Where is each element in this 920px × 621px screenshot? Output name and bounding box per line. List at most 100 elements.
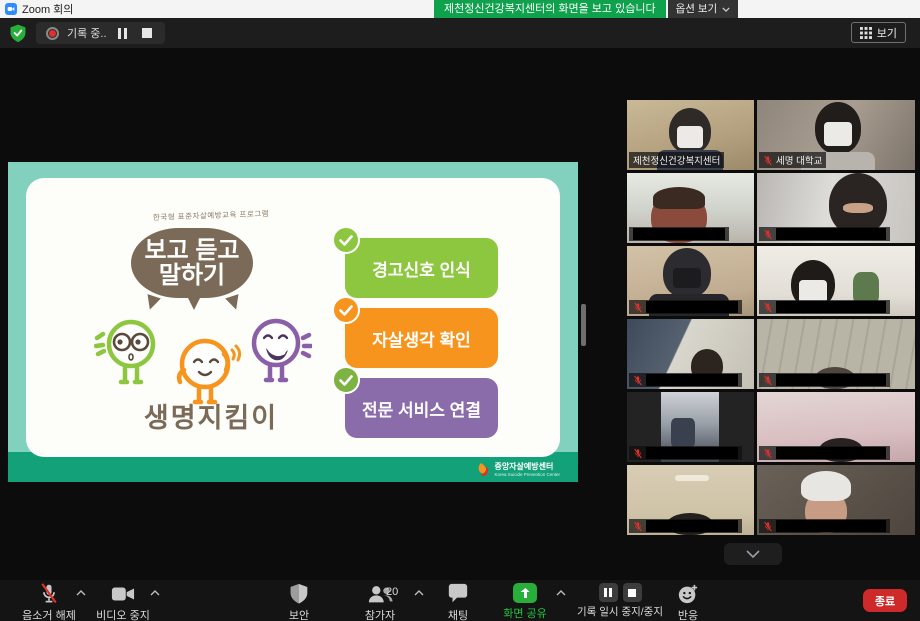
- chevron-down-icon: [746, 550, 760, 558]
- share-options-chevron[interactable]: [556, 590, 566, 596]
- reactions-label: 반응: [678, 607, 698, 621]
- participant-tile[interactable]: [757, 173, 915, 243]
- redacted-name: [776, 301, 886, 313]
- participant-tile[interactable]: [627, 246, 754, 316]
- video-options-chevron[interactable]: [150, 590, 160, 596]
- mic-muted-icon: [633, 375, 643, 386]
- mic-muted-icon: [763, 521, 773, 532]
- redacted-name: [776, 228, 886, 240]
- participant-tile[interactable]: [627, 173, 754, 243]
- mic-muted-icon: [763, 448, 773, 459]
- share-screen-button[interactable]: 화면 공유: [496, 583, 554, 621]
- participant-tile[interactable]: [757, 465, 915, 535]
- screen-share-banner: 제천정신건강복지센터의 화면을 보고 있습니다: [434, 0, 666, 18]
- participant-name: 제천정신건강복지센터: [633, 153, 720, 167]
- participants-options-chevron[interactable]: [414, 590, 424, 596]
- step-2-label: 자살생각 확인: [372, 326, 471, 351]
- participant-tile-active-speaker[interactable]: 제천정신건강복지센터: [627, 100, 754, 170]
- recording-controls[interactable]: 기록 일시 중지/중지: [572, 583, 668, 619]
- video-camera-icon: [111, 583, 135, 605]
- kspc-logo-subtext: Korea Suicide Prevention Center: [494, 472, 560, 477]
- redacted-name: [646, 447, 738, 459]
- record-label: 기록 일시 중지/중지: [577, 604, 663, 619]
- kspc-logo-text: 중앙자살예방센터: [494, 461, 560, 472]
- mic-options-chevron[interactable]: [76, 590, 86, 596]
- redacted-name: [646, 520, 738, 532]
- participant-tile[interactable]: [627, 319, 754, 389]
- redacted-name: [633, 228, 725, 240]
- participants-button[interactable]: 참가자 20: [352, 583, 408, 621]
- end-meeting-button[interactable]: 종료: [863, 589, 907, 612]
- view-button[interactable]: 보기: [851, 22, 906, 43]
- check-badge-1-icon: [332, 226, 360, 254]
- window-title: Zoom 회의: [22, 1, 73, 17]
- participant-tile[interactable]: [757, 246, 915, 316]
- recording-pause-button[interactable]: [115, 26, 131, 40]
- redacted-name: [776, 520, 886, 532]
- participant-tile[interactable]: [627, 465, 754, 535]
- slide-speech-bubble: 보고 듣고 말하기: [131, 228, 253, 298]
- mic-muted-icon: [763, 155, 773, 166]
- view-button-label: 보기: [877, 25, 897, 41]
- speak-character-icon: [246, 316, 312, 386]
- redacted-name: [776, 447, 886, 459]
- shield-icon: [289, 583, 309, 605]
- recording-stop-button[interactable]: [139, 26, 155, 40]
- step-3-label: 전문 서비스 연결: [362, 396, 481, 421]
- shared-screen-slide: 한국형 표준자살예방교육 프로그램 보고 듣고 말하기: [8, 162, 578, 482]
- vertical-scrollbar-thumb[interactable]: [581, 304, 586, 346]
- redacted-name: [776, 374, 886, 386]
- mic-muted-icon: [763, 375, 773, 386]
- record-pause-icon[interactable]: [599, 583, 618, 602]
- bubble-line2: 말하기: [131, 263, 253, 288]
- mic-muted-icon: [38, 583, 60, 605]
- kspc-logo-icon: [477, 462, 490, 477]
- record-stop-icon[interactable]: [623, 583, 642, 602]
- participant-tile[interactable]: [757, 392, 915, 462]
- redacted-name: [646, 374, 738, 386]
- participants-label: 참가자: [365, 607, 395, 621]
- encryption-shield-icon[interactable]: [8, 23, 28, 43]
- participant-tile[interactable]: [757, 319, 915, 389]
- step-box-2: 자살생각 확인: [345, 308, 498, 368]
- mic-muted-icon: [763, 229, 773, 240]
- reactions-button[interactable]: 반응: [668, 583, 708, 621]
- chat-bubble-icon: [447, 583, 469, 605]
- check-badge-2-icon: [332, 296, 360, 324]
- zoom-meeting-window: Zoom 회의 제천정신건강복지센터의 화면을 보고 있습니다 옵션 보기 기록…: [0, 0, 920, 621]
- zoom-app-icon: [5, 3, 17, 15]
- share-screen-label: 화면 공유: [503, 605, 547, 621]
- mic-muted-icon: [633, 302, 643, 313]
- scroll-participants-button[interactable]: [724, 543, 782, 565]
- unmute-button[interactable]: 음소거 해제: [16, 583, 82, 621]
- recording-dot-icon: [46, 27, 59, 40]
- step-box-1: 경고신호 인식: [345, 238, 498, 298]
- participant-grid: 제천정신건강복지센터 세명 대학교: [627, 100, 915, 535]
- view-options-button[interactable]: 옵션 보기: [668, 0, 739, 18]
- stop-video-label: 비디오 중지: [96, 607, 150, 621]
- recording-label: 기록 중..: [67, 25, 107, 41]
- mic-muted-icon: [633, 448, 643, 459]
- chat-label: 채팅: [448, 607, 468, 621]
- redacted-name: [646, 301, 738, 313]
- mic-muted-icon: [763, 302, 773, 313]
- slide-title: 생명지킴이: [76, 396, 346, 435]
- participant-tile[interactable]: 세명 대학교: [757, 100, 915, 170]
- bubble-line1: 보고 듣고: [131, 238, 253, 263]
- participant-name: 세명 대학교: [776, 153, 822, 167]
- security-button[interactable]: 보안: [278, 583, 320, 621]
- stop-video-button[interactable]: 비디오 중지: [92, 583, 154, 621]
- check-badge-3-icon: [332, 366, 360, 394]
- meeting-toolbar: 음소거 해제 비디오 중지 보안 참가자 20 채팅: [0, 580, 920, 621]
- participant-tile[interactable]: [627, 392, 754, 462]
- step-1-label: 경고신호 인식: [372, 256, 471, 281]
- slide-tagline: 한국형 표준자살예방교육 프로그램: [111, 207, 311, 225]
- share-screen-icon: [513, 583, 537, 603]
- kspc-logo: 중앙자살예방센터 Korea Suicide Prevention Center: [477, 461, 560, 477]
- meeting-topbar: 기록 중.. 보기: [0, 18, 920, 48]
- step-box-3: 전문 서비스 연결: [345, 378, 498, 438]
- unmute-label: 음소거 해제: [22, 607, 76, 621]
- security-label: 보안: [289, 607, 309, 621]
- chat-button[interactable]: 채팅: [438, 583, 478, 621]
- mic-muted-icon: [633, 521, 643, 532]
